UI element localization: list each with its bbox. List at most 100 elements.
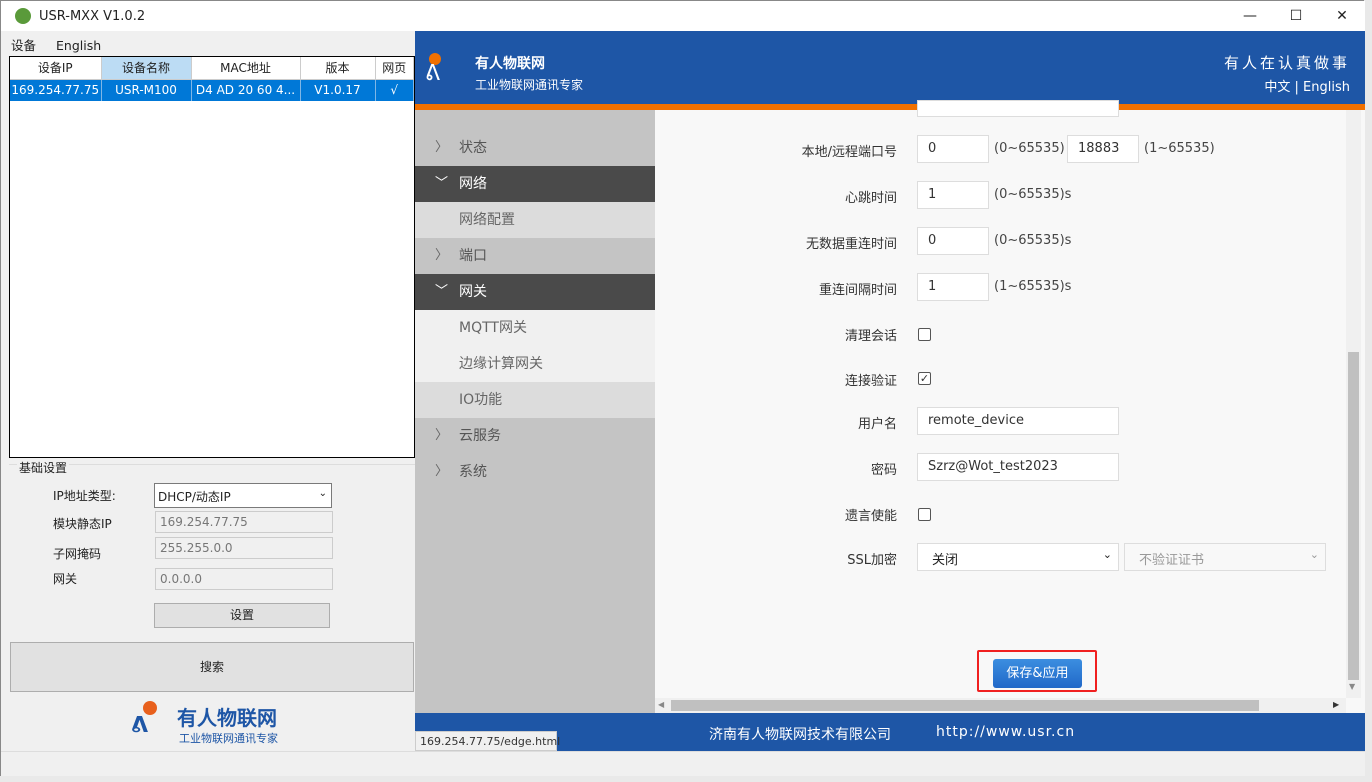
- sidebar-item-io[interactable]: IO功能: [415, 382, 655, 418]
- reconnect-input[interactable]: 1: [917, 273, 989, 301]
- sidebar-item-network[interactable]: ﹀ 网络: [415, 166, 655, 202]
- reconnect-hint: (1~65535)s: [994, 279, 1072, 294]
- will-checkbox[interactable]: [918, 508, 931, 521]
- sidebar-item-port[interactable]: 〉端口: [415, 238, 655, 274]
- will-label: 遗言使能: [844, 509, 897, 524]
- menu-bar: 设备 English: [1, 31, 415, 56]
- mask-field[interactable]: 255.255.0.0: [155, 537, 333, 559]
- auth-checkbox[interactable]: ✓: [918, 372, 931, 385]
- lang-chinese-link[interactable]: 中文: [1264, 80, 1290, 95]
- password-label: 密码: [870, 463, 897, 478]
- nav-label: 端口: [459, 248, 487, 264]
- app-window: USR-MXX V1.0.2 — ☐ ✕ 设备 English 设备IP 设备名称…: [0, 0, 1365, 776]
- static-ip-field[interactable]: 169.254.77.75: [155, 511, 333, 533]
- chevron-down-icon: ﹀: [435, 176, 449, 191]
- heartbeat-input[interactable]: 1: [917, 181, 989, 209]
- app-icon: [15, 8, 31, 24]
- column-header-web[interactable]: 网页: [375, 57, 414, 80]
- local-port-hint: (0~65535): [994, 141, 1065, 156]
- ssl-select[interactable]: 关闭 ⌄: [917, 543, 1119, 571]
- logo-slogan: 工业物联网通讯专家: [179, 732, 278, 745]
- web-view: ᕕ 有人物联网 工业物联网通讯专家 有人在认真做事 中文 | English 〉…: [415, 31, 1365, 751]
- nav-label: 状态: [459, 140, 487, 156]
- ip-type-value: DHCP/动态IP: [158, 490, 231, 504]
- sidebar-item-status[interactable]: 〉状态: [415, 130, 655, 166]
- logo-name: 有人物联网: [177, 706, 277, 730]
- sidebar-item-system[interactable]: 〉系统: [415, 454, 655, 490]
- cell-ip[interactable]: 169.254.77.75: [10, 79, 102, 101]
- nav-label: 系统: [459, 464, 487, 480]
- heartbeat-hint: (0~65535)s: [994, 187, 1072, 202]
- ssl-value: 关闭: [932, 553, 959, 568]
- cert-select[interactable]: 不验证证书 ⌄: [1124, 543, 1326, 571]
- brand-name: 有人物联网: [475, 56, 545, 72]
- maximize-button[interactable]: ☐: [1273, 1, 1319, 31]
- scroll-left-icon[interactable]: ◀: [658, 700, 664, 709]
- status-url: 169.254.77.75/edge.html: [415, 731, 560, 751]
- password-input[interactable]: Szrz@Wot_test2023: [917, 453, 1119, 481]
- sidebar-item-mqtt-gateway[interactable]: MQTT网关: [415, 310, 655, 346]
- nav-label: IO功能: [459, 392, 503, 408]
- vertical-scrollbar[interactable]: ▼: [1346, 110, 1361, 698]
- ip-type-label: IP地址类型:: [53, 489, 116, 503]
- column-header-version[interactable]: 版本: [300, 57, 376, 80]
- sidebar-item-cloud[interactable]: 〉云服务: [415, 418, 655, 454]
- cell-mac[interactable]: D4 AD 20 60 4...: [191, 79, 301, 101]
- sidebar-item-edge-gateway[interactable]: 边缘计算网关: [415, 346, 655, 382]
- table-row[interactable]: 169.254.77.75 USR-M100 D4 AD 20 60 4... …: [10, 79, 414, 101]
- group-title: 基础设置: [17, 459, 70, 476]
- scroll-thumb[interactable]: [1348, 352, 1359, 680]
- set-button[interactable]: 设置: [154, 603, 330, 628]
- partial-field[interactable]: [917, 100, 1119, 117]
- cell-version[interactable]: V1.0.17: [300, 79, 376, 101]
- search-button[interactable]: 搜索: [10, 642, 414, 692]
- save-highlight: 保存&应用: [977, 650, 1097, 692]
- column-header-mac[interactable]: MAC地址: [191, 57, 301, 80]
- minimize-button[interactable]: —: [1227, 1, 1273, 31]
- lang-english-link[interactable]: English: [1303, 80, 1350, 95]
- footer-url[interactable]: http://www.usr.cn: [936, 724, 1075, 740]
- username-input[interactable]: remote_device: [917, 407, 1119, 435]
- brand-subtitle: 工业物联网通讯专家: [475, 78, 584, 92]
- port-label: 本地/远程端口号: [801, 145, 897, 160]
- heartbeat-label: 心跳时间: [844, 191, 897, 206]
- scroll-down-icon[interactable]: ▼: [1349, 682, 1355, 691]
- basic-settings-group: 基础设置 IP地址类型: DHCP/动态IP ⌄ 模块静态IP 169.254.7…: [9, 459, 415, 639]
- close-button[interactable]: ✕: [1319, 1, 1365, 31]
- save-apply-button[interactable]: 保存&应用: [993, 659, 1082, 688]
- chevron-right-icon: 〉: [435, 428, 449, 443]
- status-bar: [1, 751, 1365, 776]
- chevron-down-icon: ﹀: [435, 284, 449, 299]
- menu-english[interactable]: English: [46, 34, 111, 53]
- menu-device[interactable]: 设备: [1, 31, 46, 54]
- chevron-down-icon: ⌄: [318, 488, 327, 499]
- column-header-ip[interactable]: 设备IP: [10, 57, 102, 80]
- chevron-right-icon: 〉: [435, 248, 449, 263]
- nav-label: MQTT网关: [459, 320, 527, 336]
- gateway-field[interactable]: 0.0.0.0: [155, 568, 333, 590]
- cell-web[interactable]: √: [375, 79, 414, 101]
- remote-port-input[interactable]: 18883: [1067, 135, 1139, 163]
- ip-type-select[interactable]: DHCP/动态IP ⌄: [154, 483, 332, 508]
- web-header: ᕕ 有人物联网 工业物联网通讯专家 有人在认真做事 中文 | English: [415, 31, 1365, 104]
- mask-label: 子网掩码: [53, 547, 102, 561]
- settings-form: 本地/远程端口号 0 (0~65535) 18883 (1~65535) 心跳时…: [655, 100, 1346, 698]
- brand-figure-icon: ᕕ: [425, 61, 441, 86]
- logo-figure-body-icon: ᕕ: [131, 713, 149, 738]
- chevron-down-icon: ⌄: [1102, 548, 1112, 561]
- nav-label: 网络配置: [459, 212, 515, 228]
- local-port-input[interactable]: 0: [917, 135, 989, 163]
- sidebar-item-network-config[interactable]: 网络配置: [415, 202, 655, 238]
- sidebar-item-gateway[interactable]: ﹀ 网关: [415, 274, 655, 310]
- cell-name[interactable]: USR-M100: [101, 79, 192, 101]
- title-bar: USR-MXX V1.0.2 — ☐ ✕: [1, 1, 1365, 31]
- chevron-down-icon: ⌄: [1309, 548, 1319, 561]
- nodata-input[interactable]: 0: [917, 227, 989, 255]
- clean-session-checkbox[interactable]: [918, 328, 931, 341]
- column-header-name[interactable]: 设备名称: [101, 57, 192, 80]
- hscroll-thumb[interactable]: [671, 700, 1259, 711]
- nav-label: 网络: [459, 176, 487, 192]
- scroll-right-icon[interactable]: ▶: [1333, 700, 1339, 709]
- nodata-hint: (0~65535)s: [994, 233, 1072, 248]
- horizontal-scrollbar[interactable]: ◀ ▶: [655, 698, 1346, 713]
